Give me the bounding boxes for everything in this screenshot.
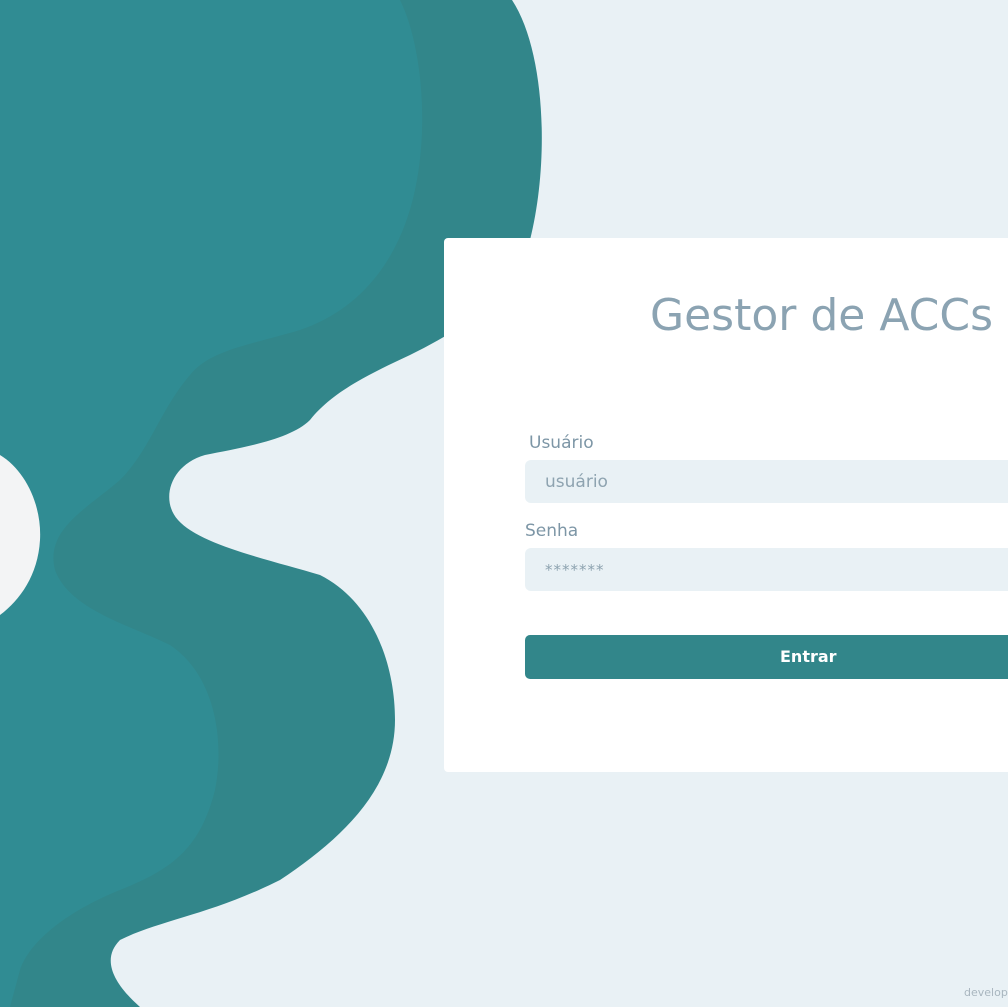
login-button[interactable]: Entrar bbox=[525, 635, 1008, 679]
login-page: Gestor de ACCs Usuário Senha Entrar deve… bbox=[0, 0, 1008, 1007]
username-input[interactable] bbox=[525, 460, 1008, 503]
login-card: Gestor de ACCs Usuário Senha Entrar bbox=[444, 238, 1008, 772]
username-label: Usuário bbox=[529, 433, 594, 453]
footer-credit: develop bbox=[964, 986, 1008, 999]
page-title: Gestor de ACCs bbox=[650, 290, 994, 341]
password-label: Senha bbox=[525, 521, 579, 541]
login-button-label: Entrar bbox=[780, 647, 837, 666]
password-input[interactable] bbox=[525, 548, 1008, 591]
